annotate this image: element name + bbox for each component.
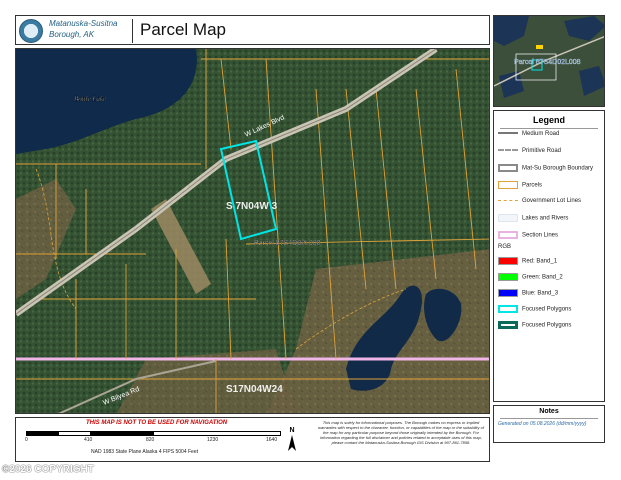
focused-polygons-icon [498,305,518,313]
north-arrow-icon: N [286,427,298,451]
legend-item-gov-lot-lines: Government Lot Lines [498,198,581,204]
medium-road-icon [498,132,518,135]
scale-bar [26,431,281,436]
north-label: N [289,427,295,434]
parcel-label: Parcel 87S4D02L008 [254,240,321,247]
scale-tick-label: 1230 [207,437,219,443]
notes-panel: Notes Generated on 05.08.2026 (dd/mm/yyy… [493,405,605,443]
legend-item-focused-polygons: Focused Polygons [498,321,571,329]
navigation-warning: THIS MAP IS NOT TO BE USED FOR NAVIGATIO… [86,420,228,426]
scale-tick-label: 820 [146,437,155,443]
red-band-swatch [498,257,518,265]
scale-tick-label: 410 [84,437,93,443]
legend-item-label: Section Lines [522,232,559,239]
scale-segment [90,432,154,435]
header-divider [132,19,133,43]
inset-canvas: Parcel 87S4D02L008 [494,16,604,106]
legend-item-label: Lakes and Rivers [522,215,569,222]
notes-title: Notes [539,408,559,415]
inset-parcel-label: Parcel 87S4D02L008 [514,59,581,66]
legend-item-label: Green: Band_2 [522,274,563,281]
legend-rgb-heading: RGB [498,244,512,250]
scale-segment [27,432,59,435]
scale-tick-label: 0 [25,437,28,443]
page-title: Parcel Map [140,20,226,39]
main-map[interactable]: Bottle Lake W Lakes Blvd S 7N04W 3 Parce… [15,48,490,414]
map-header: Matanuska-Susitna Borough, AK Parcel Map [15,15,490,45]
section-label: S 7N04W 3 [226,201,278,212]
legend-item-band-blue: Blue: Band_3 [498,289,558,297]
notes-divider [500,418,598,419]
legend-item-primitive-road: Primitive Road [498,148,561,154]
borough-boundary-icon [498,164,518,172]
lake-label: Bottle Lake [74,95,106,103]
legend-item-borough-boundary: Mat-Su Borough Boundary [498,164,593,172]
legend-item-label: Red: Band_1 [522,258,558,265]
legend-item-label: Focused Polygons [522,322,572,329]
focused-polygons-icon [498,321,518,329]
map-canvas: Bottle Lake W Lakes Blvd S 7N04W 3 Parce… [16,49,489,413]
scale-tick-label: 1640 [266,437,278,443]
legend-item-label: Mat-Su Borough Boundary [522,165,594,172]
notes-generated-date: Generated on 05.08.2026 (dd/mm/yyyy) [498,421,587,427]
disclaimer-text: This map is solely for informational pur… [318,420,484,445]
inset-map[interactable]: Parcel 87S4D02L008 [493,15,605,107]
inset-focus-marker [536,45,543,49]
org-name-line1: Matanuska-Susitna [49,19,118,28]
legend-item-label: Government Lot Lines [522,198,582,204]
parcels-icon [498,181,518,189]
projection-label: NAD 1983 State Plane Alaska 4 FIPS 5004 … [91,449,199,455]
legend-item-label: Primitive Road [522,148,562,154]
legend-item-section-lines: Section Lines [498,231,558,239]
section-lines-icon [498,231,518,239]
map-footer: THIS MAP IS NOT TO BE USED FOR NAVIGATIO… [15,417,490,462]
legend-item-label: Focused Polygons [522,306,572,313]
lakes-rivers-icon [498,214,518,222]
legend-item-label: Blue: Band_3 [522,290,559,297]
blue-band-swatch [498,289,518,297]
legend-title: Legend [532,115,565,125]
legend-item-focused-polygons: Focused Polygons [498,305,571,313]
green-band-swatch [498,273,518,281]
legend-item-band-red: Red: Band_1 [498,257,557,265]
north-arrow-shape [288,435,296,451]
legend-item-lakes-rivers: Lakes and Rivers [498,214,568,222]
legend-divider [500,128,598,129]
legend-item-medium-road: Medium Road [498,131,559,137]
legend-item-parcels: Parcels [498,181,542,189]
primitive-road-icon [498,149,518,152]
legend-panel: Legend Medium Road Primitive Road Mat-Su… [493,110,605,402]
legend-item-label: Medium Road [522,131,560,137]
copyright-watermark: ©2026 COPYRIGHT [2,464,94,475]
legend-item-band-green: Green: Band_2 [498,273,563,281]
org-name-line2: Borough, AK [49,30,95,39]
legend-item-label: Parcels [522,182,543,189]
gov-lot-lines-icon [498,199,518,201]
section-label: S17N04W24 [226,384,283,395]
borough-seal-logo [19,19,43,43]
